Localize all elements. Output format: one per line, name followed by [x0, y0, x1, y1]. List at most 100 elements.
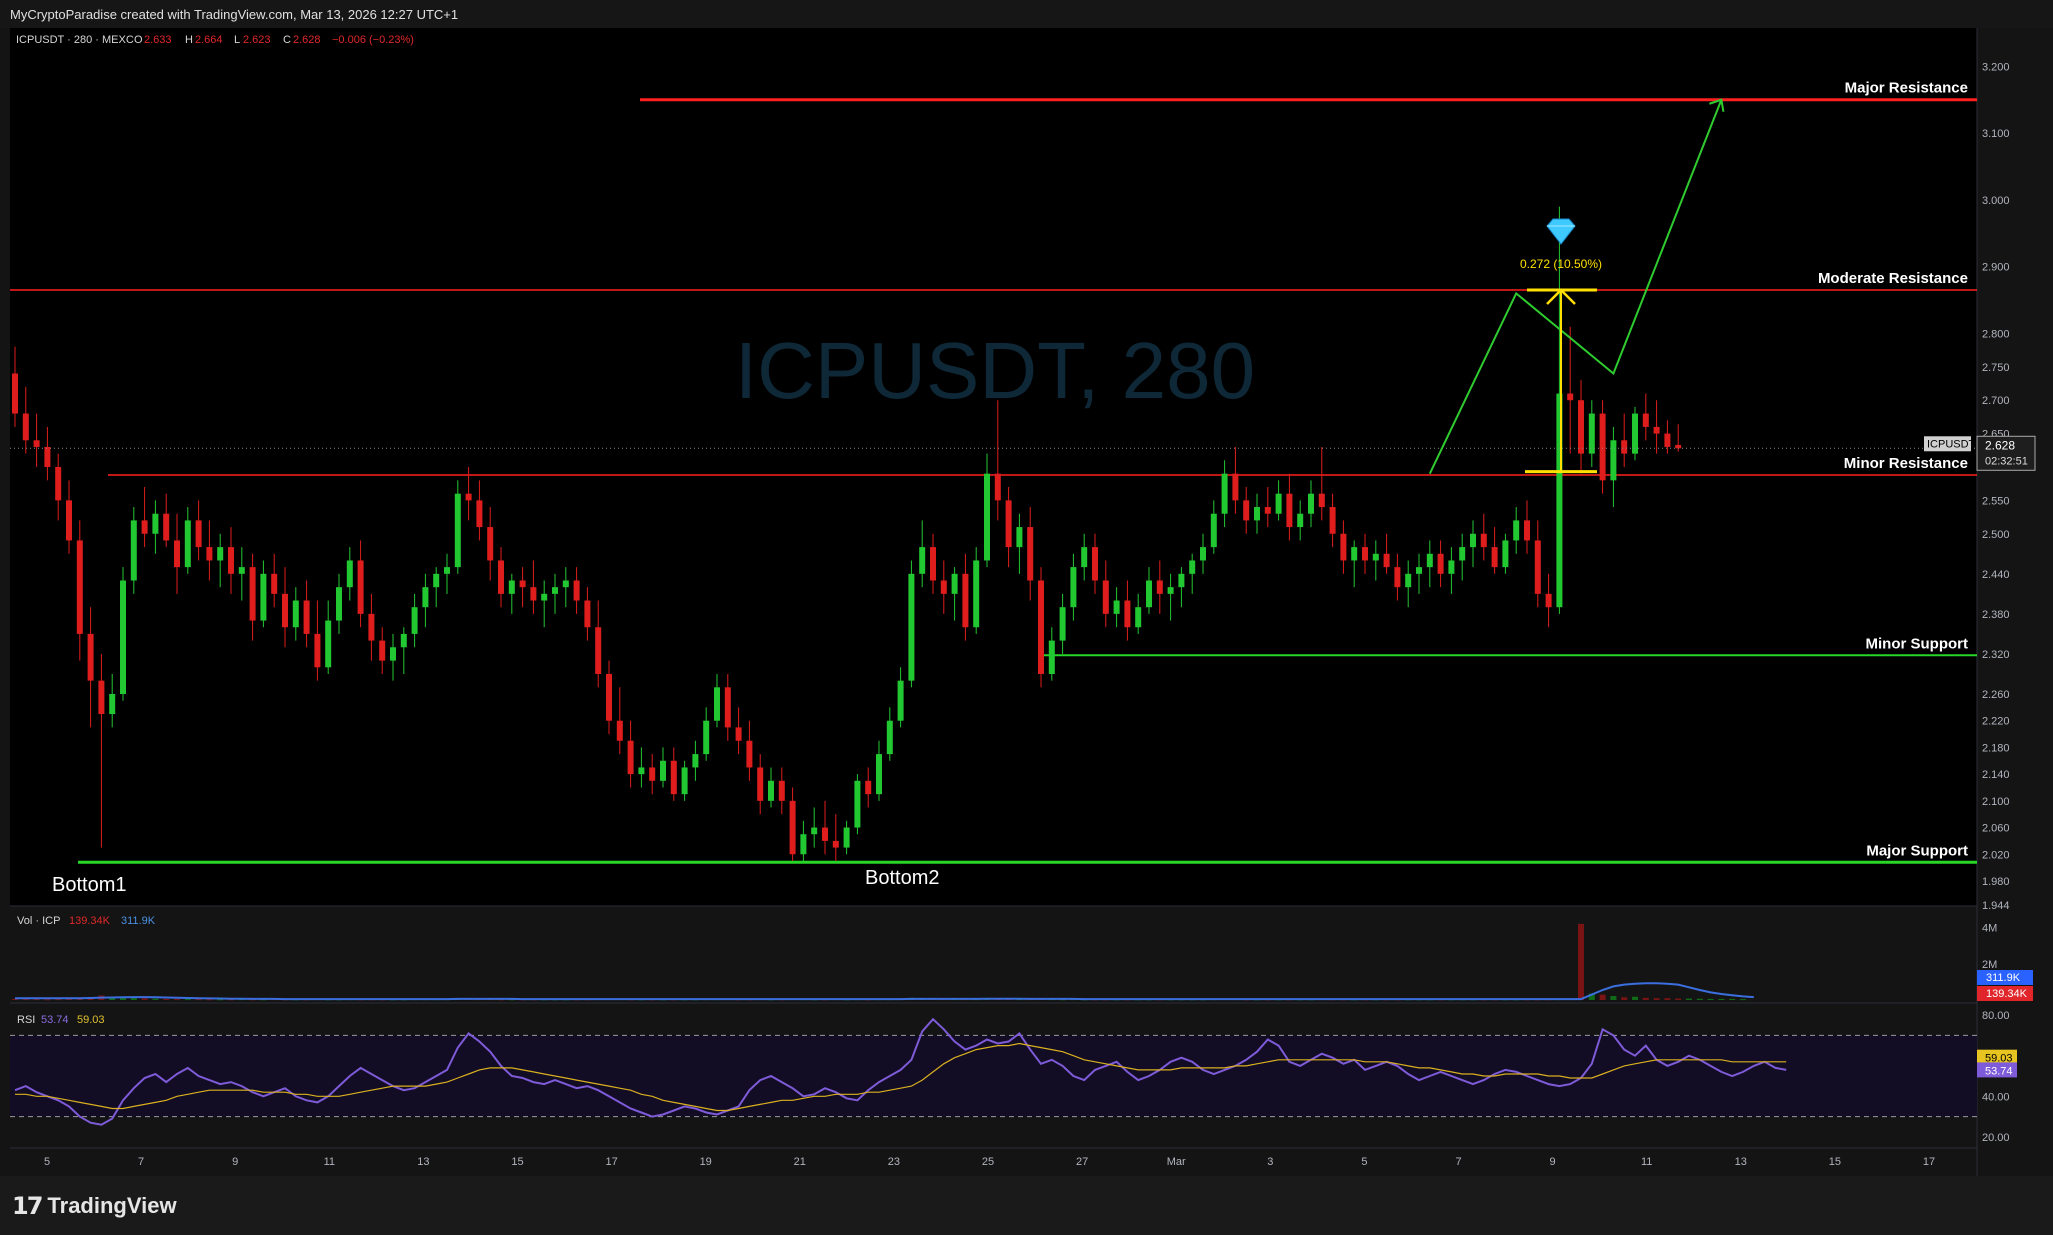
candle-body	[195, 520, 202, 548]
candle-body	[519, 580, 526, 588]
price-tick-label: 2.100	[1982, 796, 2010, 808]
candle-body	[1351, 547, 1358, 561]
candle-body	[1016, 527, 1023, 548]
candle-body	[1621, 440, 1628, 454]
candle-body	[1675, 444, 1682, 449]
candle-body	[1081, 547, 1088, 568]
trading-chart[interactable]: ICPUSDT · 280 · MEXC O 2.633 H 2.664 L 2…	[0, 28, 2053, 1176]
candle-body	[1588, 413, 1595, 454]
legend-o-label: O	[134, 34, 143, 46]
candle-body	[217, 547, 224, 561]
rsi-tick-label: 80.00	[1982, 1010, 2010, 1022]
candle-body	[1426, 553, 1433, 568]
price-tick-label: 2.440	[1982, 569, 2010, 581]
candle-body	[130, 520, 137, 581]
time-tick-label: 15	[1829, 1156, 1841, 1168]
candle-body	[1156, 580, 1163, 594]
candle-body	[325, 620, 332, 668]
candle-body	[1502, 540, 1509, 568]
candle-body	[670, 760, 677, 795]
volume-bar	[206, 999, 213, 1001]
candle-body	[1092, 547, 1098, 581]
time-tick-label: 11	[324, 1156, 335, 1168]
bottom2-label: Bottom2	[865, 867, 939, 889]
level-label: Minor Support	[1866, 635, 1968, 652]
time-tick-label: 27	[1076, 1156, 1088, 1168]
volume-bar	[1707, 998, 1714, 1000]
candle-body	[940, 580, 947, 594]
candle-body	[1394, 567, 1401, 588]
level-label: Minor Resistance	[1844, 455, 1968, 472]
time-tick-label: 21	[794, 1156, 806, 1168]
legend-c-label: C	[283, 34, 291, 46]
candle-body	[1167, 587, 1174, 594]
price-tick-label: 2.320	[1982, 649, 2010, 661]
candle-body	[22, 413, 29, 441]
candle-body	[336, 587, 342, 621]
price-tick-label: 3.100	[1982, 128, 2010, 140]
candle-body	[789, 800, 796, 855]
price-tick-label: 2.220	[1982, 716, 2010, 728]
candle-body	[757, 767, 764, 801]
time-tick-label: 13	[417, 1156, 429, 1168]
price-tick-label: 1.980	[1982, 876, 2010, 888]
time-tick-label: 7	[1455, 1156, 1461, 1168]
volume-tick-label: 4M	[1982, 923, 1997, 935]
volume-value-2: 311.9K	[121, 915, 156, 927]
volume-bar	[1729, 998, 1736, 1000]
candle-body	[379, 640, 386, 661]
candle-body	[714, 687, 720, 721]
candle-body	[984, 473, 990, 561]
candle-body	[174, 540, 180, 568]
candle-body	[1545, 593, 1552, 608]
candle-body	[368, 613, 375, 641]
volume-bar	[163, 998, 170, 1000]
price-tick-label: 3.200	[1982, 61, 2010, 73]
candle-body	[1534, 540, 1541, 594]
candle-body	[292, 600, 299, 628]
time-tick-label: 9	[232, 1156, 238, 1168]
top-credit-bar: MyCryptoParadise created with TradingVie…	[0, 0, 2053, 28]
candle-body	[1135, 607, 1142, 628]
candle-body	[1437, 553, 1444, 574]
candle-body	[260, 573, 267, 621]
level-label: Moderate Resistance	[1818, 270, 1968, 287]
candle-body	[303, 600, 310, 634]
time-tick-label: 11	[1641, 1156, 1652, 1168]
volume-tag-2-text: 311.9K	[1986, 972, 2021, 984]
volume-bar	[1610, 996, 1617, 1000]
symbol-watermark: ICPUSDT, 280	[735, 326, 1255, 415]
candle-body	[724, 687, 731, 728]
volume-bar	[1740, 999, 1746, 1001]
volume-bar	[1599, 994, 1606, 1000]
credit-text: MyCryptoParadise created with TradingVie…	[10, 7, 459, 22]
candle-body	[271, 573, 278, 594]
candle-body	[1610, 440, 1617, 481]
last-price-symbol: ICPUSDT	[1927, 438, 1976, 450]
candle-body	[33, 440, 40, 447]
candle-body	[141, 520, 148, 534]
time-tick-label: 15	[511, 1156, 523, 1168]
candle-body	[703, 720, 710, 755]
volume-value-1: 139.34K	[69, 915, 111, 927]
volume-bar	[1675, 998, 1682, 1000]
candle-body	[854, 780, 861, 828]
time-tick-label: 23	[888, 1156, 900, 1168]
candle-body	[606, 673, 612, 721]
tradingview-brand[interactable]: 17 TradingView	[12, 1192, 177, 1220]
rsi-label: RSI	[17, 1014, 35, 1026]
candle-body	[1491, 547, 1498, 568]
rsi-value: 53.74	[41, 1014, 69, 1026]
volume-bar	[1686, 998, 1692, 1000]
rsi-ma-value: 59.03	[77, 1014, 105, 1026]
candle-body	[1664, 433, 1671, 447]
rsi-band-fill	[10, 1035, 1977, 1117]
volume-bar	[1578, 923, 1584, 1000]
candle-body	[1470, 533, 1476, 548]
candle-body	[1264, 507, 1271, 514]
candle-body	[1448, 560, 1455, 574]
candle-body	[768, 780, 774, 801]
legend-symbol: ICPUSDT · 280 · MEXC	[16, 34, 134, 46]
price-tick-label: 3.000	[1982, 195, 2010, 207]
candle-body	[87, 633, 94, 681]
